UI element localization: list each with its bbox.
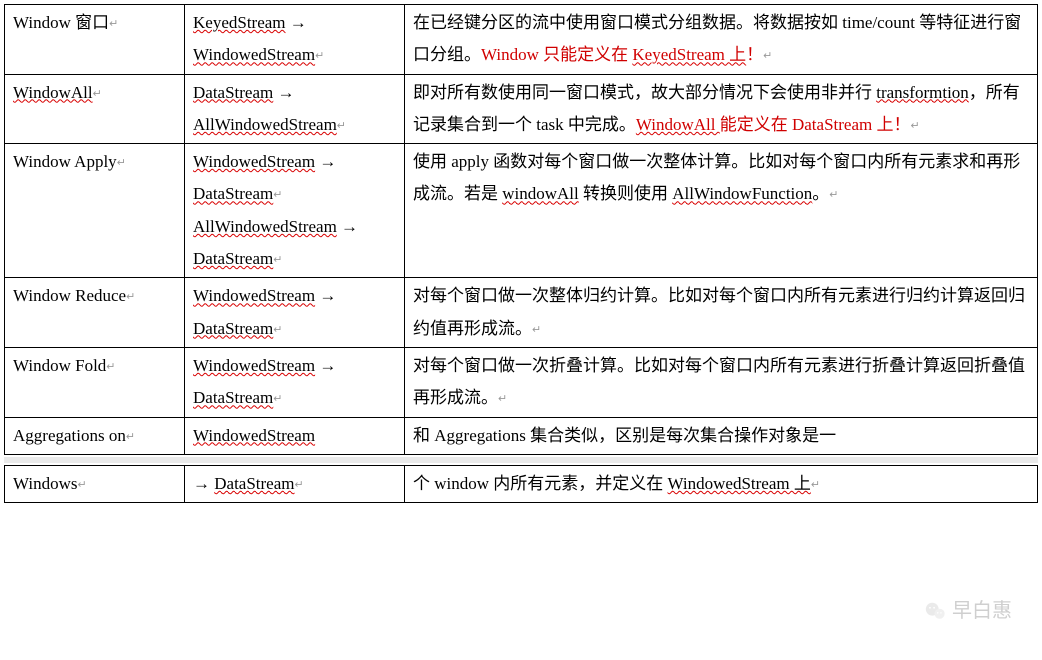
- operation-name-cell: Aggregations on↵: [5, 417, 185, 454]
- operation-name-cell: Window 窗口↵: [5, 5, 185, 75]
- table-row: Window Fold↵WindowedStream → DataStream↵…: [5, 347, 1038, 417]
- operation-name-cell: Window Reduce↵: [5, 278, 185, 348]
- text-fragment: →: [286, 13, 307, 32]
- description-cell: 对每个窗口做一次折叠计算。比如对每个窗口内所有元素进行折叠计算返回折叠值再形成流…: [405, 347, 1038, 417]
- paragraph-mark-icon: ↵: [106, 361, 115, 373]
- text-fragment: 即对所有数使用同一窗口模式，故大部分情况下会使用非并行: [413, 83, 876, 102]
- text-fragment: KeyedStream 上: [632, 45, 746, 64]
- text-fragment: WindowedStream: [193, 286, 315, 305]
- text-fragment: 对每个窗口做一次整体归约计算。比如对每个窗口内所有元素进行归约计算返回归约值再形…: [413, 286, 1025, 337]
- text-fragment: transformtion: [876, 83, 969, 102]
- paragraph-mark-icon: ↵: [273, 393, 282, 405]
- text-fragment: →: [273, 83, 294, 102]
- table-row: WindowAll↵DataStream → AllWindowedStream…: [5, 74, 1038, 144]
- transformation-cell: WindowedStream → DataStream↵AllWindowedS…: [185, 144, 405, 278]
- paragraph-mark-icon: ↵: [273, 189, 282, 201]
- text-fragment: →: [193, 474, 214, 493]
- wechat-icon: [924, 600, 946, 622]
- description-cell: 对每个窗口做一次整体归约计算。比如对每个窗口内所有元素进行归约计算返回归约值再形…: [405, 278, 1038, 348]
- paragraph-mark-icon: ↵: [315, 50, 324, 62]
- text-fragment: ↵: [811, 479, 820, 491]
- text-fragment: DataStream: [214, 474, 294, 493]
- description-cell: 使用 apply 函数对每个窗口做一次整体计算。比如对每个窗口内所有元素求和再形…: [405, 144, 1038, 278]
- operation-name: Windows: [13, 474, 77, 493]
- text-fragment: →: [315, 152, 336, 171]
- text-fragment: ↵: [532, 324, 541, 336]
- operation-name-cell: WindowAll↵: [5, 74, 185, 144]
- text-fragment: ↵: [763, 50, 772, 62]
- operation-name: Window Reduce: [13, 286, 126, 305]
- paragraph-mark-icon: ↵: [126, 291, 135, 303]
- text-fragment: DataStream: [193, 184, 273, 203]
- text-fragment: AllWindowedStream: [193, 115, 337, 134]
- text-fragment: WindowedStream: [193, 426, 315, 445]
- text-fragment: ↵: [829, 189, 838, 201]
- text-fragment: 。: [812, 184, 829, 203]
- description-cell: 即对所有数使用同一窗口模式，故大部分情况下会使用非并行 transformtio…: [405, 74, 1038, 144]
- description-cell: 在已经键分区的流中使用窗口模式分组数据。将数据按如 time/count 等特征…: [405, 5, 1038, 75]
- watermark-text: 早白惠: [952, 592, 1012, 630]
- text-fragment: AllWindowFunction: [672, 184, 812, 203]
- operation-name-cell: Windows↵: [5, 465, 185, 502]
- operation-name-cell: Window Fold↵: [5, 347, 185, 417]
- table-row: Windows↵→ DataStream↵个 window 内所有元素，并定义在…: [5, 465, 1038, 502]
- description-cell: 和 Aggregations 集合类似，区别是每次集合操作对象是一: [405, 417, 1038, 454]
- text-fragment: DataStream: [193, 388, 273, 407]
- text-fragment: Window 只能定义在: [481, 45, 632, 64]
- text-fragment: 转换则使用: [579, 184, 673, 203]
- text-fragment: WindowedStream: [193, 356, 315, 375]
- text-fragment: AllWindowedStream: [193, 217, 337, 236]
- table-row: Window Reduce↵WindowedStream → DataStrea…: [5, 278, 1038, 348]
- operation-name: WindowAll: [13, 83, 93, 102]
- text-fragment: ↵: [498, 393, 507, 405]
- operations-table-continued: Windows↵→ DataStream↵个 window 内所有元素，并定义在…: [4, 465, 1038, 503]
- paragraph-mark-icon: ↵: [126, 431, 135, 443]
- text-fragment: KeyedStream: [193, 13, 286, 32]
- paragraph-mark-icon: ↵: [77, 479, 86, 491]
- transformation-cell: → DataStream↵: [185, 465, 405, 502]
- paragraph-mark-icon: ↵: [117, 157, 126, 169]
- text-fragment: WindowedStream 上: [668, 474, 811, 493]
- transformation-cell: WindowedStream: [185, 417, 405, 454]
- operation-name: Window 窗口: [13, 13, 109, 32]
- paragraph-mark-icon: ↵: [273, 324, 282, 336]
- text-fragment: ↵: [910, 120, 919, 132]
- table-row: Window Apply↵WindowedStream → DataStream…: [5, 144, 1038, 278]
- description-cell: 个 window 内所有元素，并定义在 WindowedStream 上↵: [405, 465, 1038, 502]
- operation-name: Window Apply: [13, 152, 117, 171]
- table-row: Window 窗口↵KeyedStream → WindowedStream↵在…: [5, 5, 1038, 75]
- text-fragment: 个 window 内所有元素，并定义在: [413, 474, 668, 493]
- paragraph-mark-icon: ↵: [109, 18, 118, 30]
- operation-name: Window Fold: [13, 356, 106, 375]
- paragraph-mark-icon: ↵: [273, 254, 282, 266]
- text-fragment: windowAll: [502, 184, 579, 203]
- text-fragment: WindowAll: [636, 115, 720, 134]
- table-row: Aggregations on↵ WindowedStream 和 Aggregat…: [5, 417, 1038, 454]
- text-fragment: 和 Aggregations 集合类似，区别是每次集合操作对象是一: [413, 426, 836, 445]
- text-fragment: DataStream: [193, 319, 273, 338]
- page-break-gap: [4, 457, 1038, 463]
- operations-table: Window 窗口↵KeyedStream → WindowedStream↵在…: [4, 4, 1038, 455]
- text-fragment: WindowedStream: [193, 45, 315, 64]
- watermark: 早白惠: [924, 592, 1012, 630]
- operation-name: Aggregations on: [13, 426, 126, 445]
- transformation-cell: WindowedStream → DataStream↵: [185, 347, 405, 417]
- paragraph-mark-icon: ↵: [337, 120, 346, 132]
- text-fragment: WindowedStream: [193, 152, 315, 171]
- text-fragment: →: [315, 286, 336, 305]
- paragraph-mark-icon: ↵: [93, 88, 102, 100]
- transformation-cell: WindowedStream → DataStream↵: [185, 278, 405, 348]
- text-fragment: DataStream: [193, 83, 273, 102]
- operation-name-cell: Window Apply↵: [5, 144, 185, 278]
- text-fragment: ！: [746, 45, 763, 64]
- paragraph-mark-icon: ↵: [295, 479, 304, 491]
- transformation-cell: DataStream → AllWindowedStream↵: [185, 74, 405, 144]
- text-fragment: DataStream: [193, 249, 273, 268]
- text-fragment: →: [315, 356, 336, 375]
- text-fragment: 能定义在 DataStream 上！: [720, 115, 911, 134]
- transformation-cell: KeyedStream → WindowedStream↵: [185, 5, 405, 75]
- text-fragment: →: [337, 217, 358, 236]
